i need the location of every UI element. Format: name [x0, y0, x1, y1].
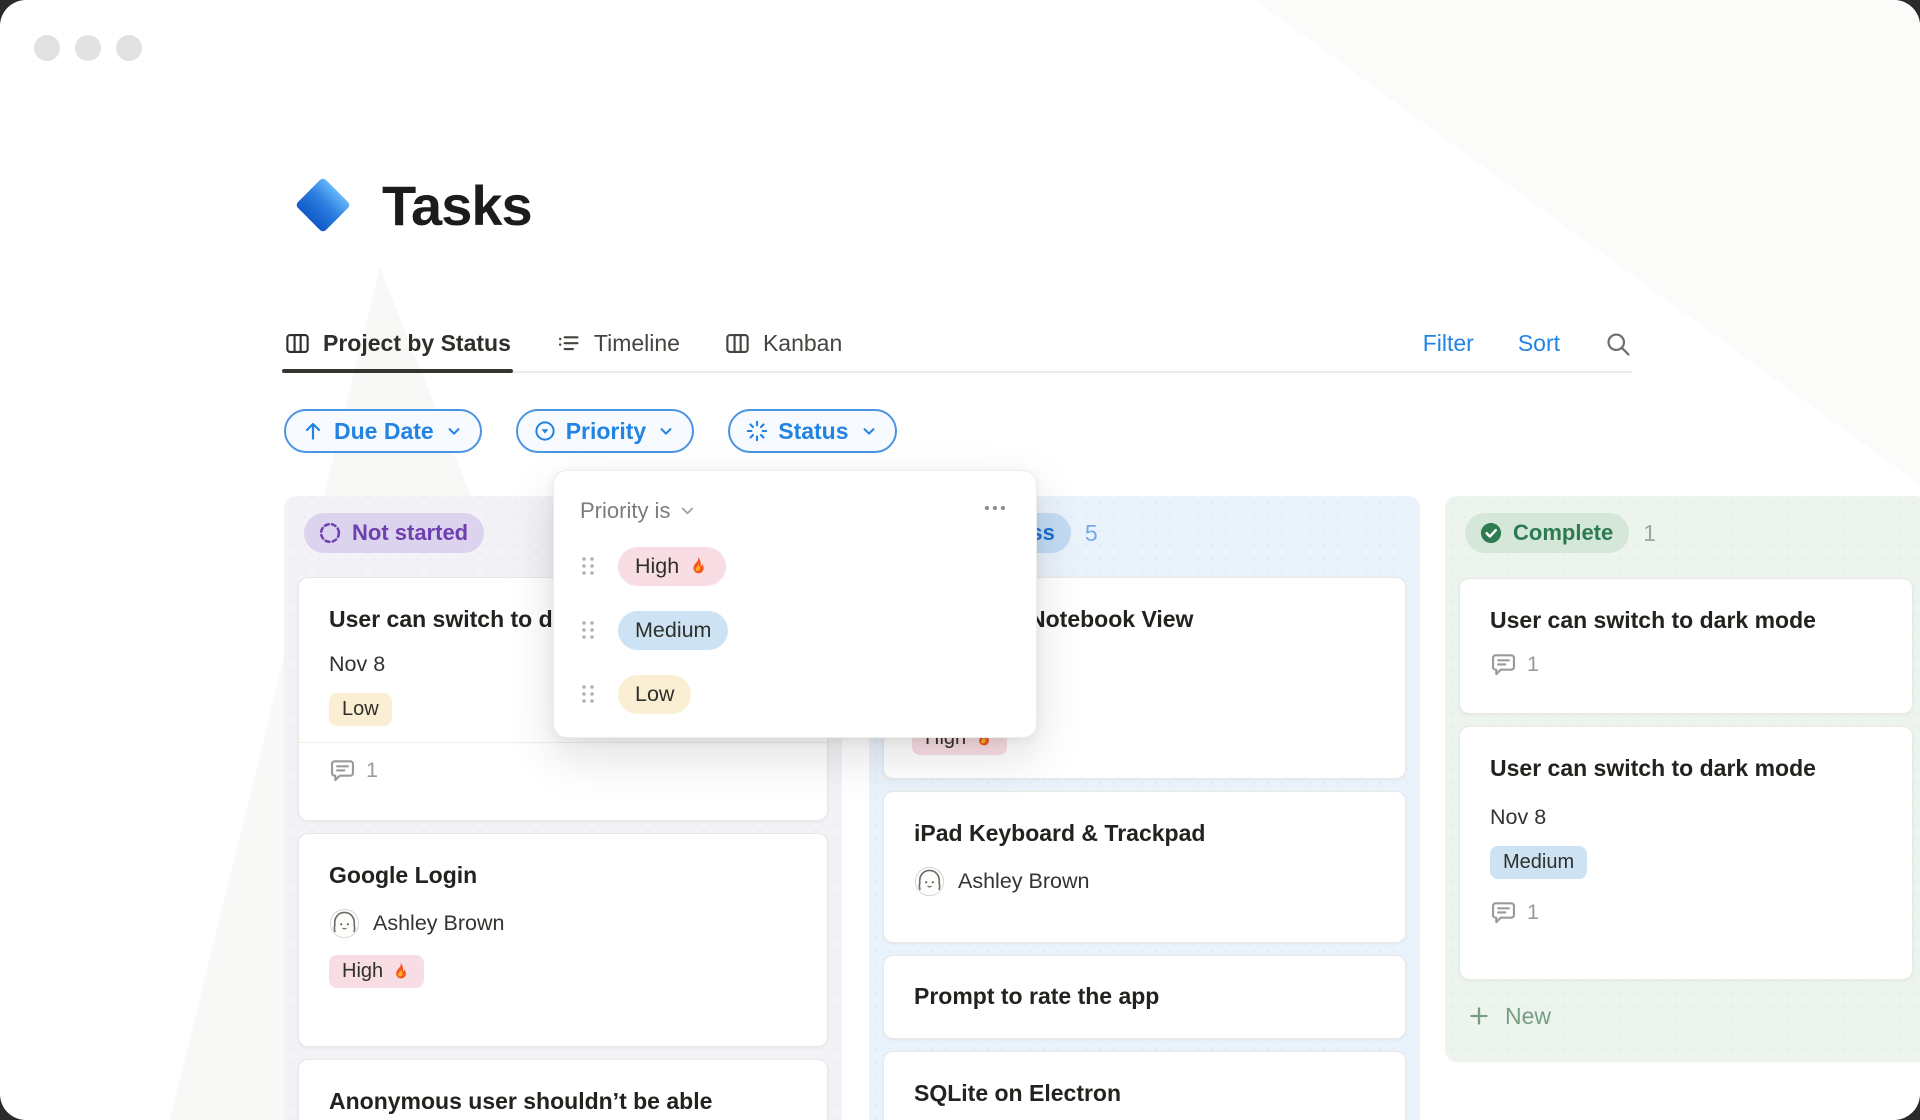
chip-label: Status: [778, 417, 849, 444]
fire-emoji: [693, 557, 704, 574]
task-card[interactable]: Google Login Ashley Brown High: [298, 833, 828, 1047]
priority-pill-low: Low: [329, 693, 392, 726]
arrow-up-icon: [305, 422, 321, 440]
blue-diamond-icon: [296, 178, 350, 232]
window-zoom-button[interactable]: [116, 35, 142, 61]
priority-option-high[interactable]: High: [580, 540, 1010, 592]
ellipsis-icon: [984, 505, 1006, 511]
fire-emoji: [396, 962, 407, 979]
task-card[interactable]: User can switch to dark mode 1: [1459, 578, 1913, 714]
avatar: [329, 908, 360, 939]
window-controls: [34, 35, 142, 61]
spinner-burst-icon: [746, 420, 768, 442]
status-filter-chip[interactable]: Status: [728, 409, 897, 453]
check-circle-icon: [1480, 522, 1502, 544]
card-divider: [299, 742, 827, 743]
task-card[interactable]: User can switch to dark mode Nov 8 Mediu…: [1459, 726, 1913, 980]
task-card[interactable]: Prompt to rate the app: [883, 955, 1406, 1039]
card-assignee: Ashley Brown: [914, 866, 1375, 897]
priority-filter-popover: Priority is High Medium Low: [553, 470, 1037, 738]
window-close-button[interactable]: [34, 35, 60, 61]
timeline-icon: [558, 336, 579, 351]
comment-icon: [330, 760, 355, 782]
card-title: SQLite on Electron: [914, 1080, 1122, 1106]
sort-button[interactable]: Sort: [1518, 330, 1560, 357]
search-icon: [1607, 332, 1630, 356]
not-started-status-badge[interactable]: Not started: [304, 513, 485, 553]
add-new-card-button[interactable]: New: [1459, 992, 1913, 1040]
filter-chip-row: Due Date Priority Status: [284, 409, 897, 453]
view-tabbar: Project by Status Timeline Kanban Filter…: [282, 316, 1632, 373]
drag-handle-icon[interactable]: [580, 554, 597, 578]
comment-icon: [1491, 902, 1516, 924]
chip-label: Priority: [565, 417, 647, 444]
chevron-down-icon: [448, 428, 460, 435]
comment-count: 1: [1490, 651, 1882, 678]
filter-button[interactable]: Filter: [1423, 330, 1474, 357]
popover-rule-selector[interactable]: Priority is: [580, 498, 697, 524]
popover-more-button[interactable]: [980, 493, 1010, 528]
task-card[interactable]: Anonymous user shouldn’t be able: [298, 1059, 828, 1120]
column-count: 5: [1084, 519, 1098, 546]
circle-select-icon: [535, 421, 555, 441]
drag-handle-icon[interactable]: [580, 618, 597, 642]
tab-timeline[interactable]: Timeline: [555, 316, 680, 371]
card-assignee: Ashley Brown: [329, 908, 797, 939]
drag-handle-icon[interactable]: [580, 682, 597, 706]
card-title: User can switch to dark mode: [1490, 755, 1816, 781]
comment-icon: [1491, 654, 1516, 676]
priority-option-low[interactable]: Low: [580, 668, 1010, 720]
search-button[interactable]: [1604, 330, 1632, 358]
card-title: iPad Keyboard & Trackpad: [914, 820, 1206, 846]
status-label: Complete: [1513, 520, 1614, 545]
card-due-date: Nov 8: [1490, 805, 1547, 829]
card-title: Prompt to rate the app: [914, 983, 1160, 1009]
complete-status-badge[interactable]: Complete: [1465, 513, 1630, 553]
card-title: Google Login: [329, 862, 478, 888]
status-label: Not started: [352, 520, 469, 545]
chevron-down-icon: [863, 428, 875, 435]
task-card[interactable]: SQLite on Electron: [883, 1051, 1406, 1120]
due-date-filter-chip[interactable]: Due Date: [284, 409, 482, 453]
window-minimize-button[interactable]: [75, 35, 101, 61]
plus-icon: [1470, 1007, 1488, 1025]
column-complete: Complete 1 User can switch to dark mode …: [1445, 496, 1920, 1062]
priority-option-medium[interactable]: Medium: [580, 604, 1010, 656]
priority-pill-medium: Medium: [1490, 846, 1588, 879]
new-button-label: New: [1505, 1002, 1552, 1029]
chip-label: Due Date: [334, 417, 434, 444]
card-title: Anonymous user shouldn’t be able: [329, 1088, 713, 1114]
tab-label: Timeline: [593, 330, 680, 356]
board-icon: [286, 333, 309, 354]
board-icon: [726, 333, 749, 354]
dashed-circle-icon: [319, 522, 341, 544]
priority-pill-high: High: [329, 955, 425, 988]
chevron-down-icon: [660, 428, 672, 435]
comment-count: 1: [329, 757, 797, 784]
popover-title: Priority is: [580, 497, 671, 523]
tab-project-by-status[interactable]: Project by Status: [282, 316, 513, 373]
tab-kanban[interactable]: Kanban: [724, 316, 842, 371]
chevron-down-icon: [682, 507, 694, 515]
task-card[interactable]: iPad Keyboard & Trackpad Ashley Brown: [883, 791, 1406, 943]
priority-filter-chip[interactable]: Priority: [515, 409, 695, 453]
comment-count: 1: [1490, 899, 1882, 926]
card-title: User can switch to dark mode: [1490, 607, 1816, 633]
priority-option-pill: Low: [618, 674, 692, 714]
page-title: Tasks: [382, 173, 533, 237]
page-header: Tasks: [290, 172, 533, 238]
tab-label: Project by Status: [323, 330, 511, 356]
column-count: 1: [1643, 519, 1657, 546]
priority-option-pill: High: [618, 546, 727, 586]
avatar: [914, 866, 945, 897]
column-header: Complete 1: [1445, 496, 1920, 570]
app-window: Tasks Project by Status Timeline Kanban …: [0, 0, 1920, 1120]
priority-option-pill: Medium: [618, 610, 729, 650]
tab-label: Kanban: [762, 330, 843, 356]
